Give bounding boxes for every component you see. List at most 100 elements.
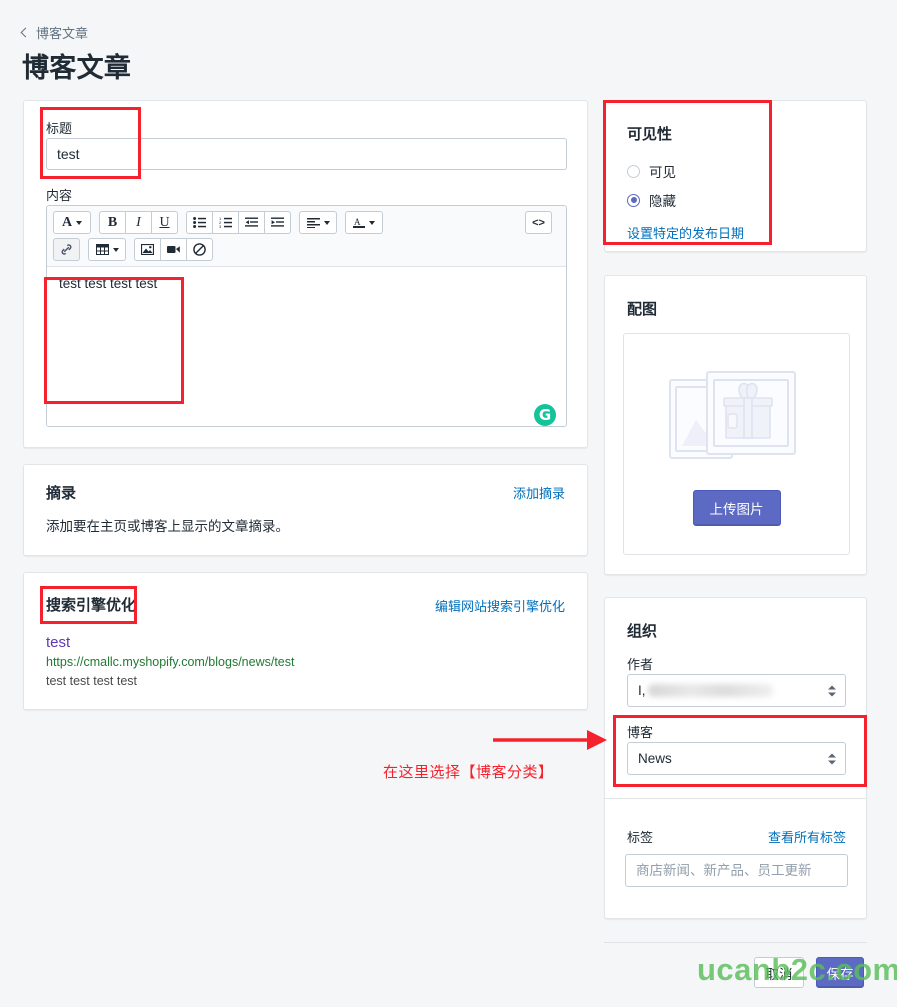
- text-color-icon: A: [353, 217, 365, 228]
- grammarly-g-label: G: [538, 405, 552, 424]
- chevron-down-icon: [112, 247, 119, 252]
- text-color-button[interactable]: A: [345, 211, 383, 234]
- link-icon: [61, 244, 72, 255]
- insert-link-button[interactable]: [53, 238, 80, 261]
- svg-text:A: A: [354, 217, 361, 227]
- excerpt-description: 添加要在主页或博客上显示的文章摘录。: [46, 519, 289, 534]
- tags-input[interactable]: [625, 854, 848, 887]
- radio-visible-indicator: [627, 164, 640, 178]
- chevron-down-icon: [76, 220, 83, 225]
- numbered-list-button[interactable]: 1 2 3: [212, 211, 239, 234]
- editor-content-text: test test test test: [59, 276, 158, 291]
- blog-field-label: 博客: [627, 725, 654, 740]
- indent-button[interactable]: [264, 211, 291, 234]
- table-group: [88, 238, 126, 261]
- excerpt-card: 摘录 添加摘录 添加要在主页或博客上显示的文章摘录。: [23, 464, 588, 556]
- seo-preview-url: https://cmallc.myshopify.com/blogs/news/…: [46, 655, 295, 670]
- organization-title: 组织: [627, 623, 658, 640]
- insert-video-icon: [167, 246, 180, 253]
- add-excerpt-link[interactable]: 添加摘录: [513, 483, 565, 502]
- list-indent-group: 1 2 3: [186, 211, 291, 234]
- outdent-button[interactable]: [238, 211, 265, 234]
- annotation-arrow-icon: [493, 730, 607, 750]
- cancel-button[interactable]: 取消: [754, 957, 804, 988]
- excerpt-title: 摘录: [46, 485, 77, 502]
- font-a-icon: A: [61, 214, 73, 230]
- bold-icon: B: [107, 214, 118, 230]
- tags-field-label: 标签: [627, 830, 654, 845]
- seo-preview-description: test test test test: [46, 674, 138, 688]
- author-value: I,: [638, 683, 646, 698]
- radio-hidden-indicator: [627, 193, 640, 207]
- toolbar-row-1: A B I U 1 2 3 A <>: [53, 211, 560, 234]
- toolbar-row-2: [53, 238, 560, 261]
- author-field-label: 作者: [627, 657, 654, 672]
- editor-toolbar: A B I U 1 2 3 A <>: [47, 206, 566, 267]
- link-group: [53, 238, 80, 261]
- radio-hidden[interactable]: 隐藏: [627, 190, 676, 210]
- featured-image-title: 配图: [627, 301, 658, 318]
- insert-image-icon: [141, 244, 154, 255]
- chevron-down-icon: [369, 220, 375, 225]
- underline-icon: U: [159, 214, 170, 230]
- footer-divider: [604, 942, 867, 943]
- radio-visible[interactable]: 可见: [627, 161, 676, 181]
- select-stepper-icon: [828, 685, 836, 696]
- align-button[interactable]: [299, 211, 337, 234]
- page-title: 博客文章: [22, 53, 132, 83]
- view-all-tags-link[interactable]: 查看所有标签: [768, 827, 846, 846]
- organization-card: 组织 作者 I, 博客 News 标签 查看所有标签: [604, 597, 867, 919]
- seo-preview-title[interactable]: test: [46, 633, 294, 653]
- editor-content-area[interactable]: test test test test G: [47, 267, 566, 426]
- author-redacted-value: [647, 684, 773, 697]
- font-family-button[interactable]: A: [53, 211, 91, 234]
- seo-card: 搜索引擎优化 编辑网站搜索引擎优化 test https://cmallc.my…: [23, 572, 588, 710]
- upload-image-button[interactable]: 上传图片: [692, 490, 781, 526]
- visibility-title: 可见性: [627, 126, 673, 143]
- chevron-left-icon: [20, 27, 31, 37]
- breadcrumb[interactable]: 博客文章: [20, 23, 88, 42]
- align-left-icon: [306, 217, 320, 228]
- annotation-note: 在这里选择【博客分类】: [383, 764, 554, 781]
- html-code-button[interactable]: <>: [525, 211, 552, 234]
- svg-text:3: 3: [219, 224, 222, 228]
- page-root: 博客文章 博客文章 标题 内容 A B: [0, 0, 897, 1007]
- text-color-group: A: [345, 211, 383, 234]
- code-group: <>: [525, 211, 552, 234]
- title-input[interactable]: [46, 138, 567, 170]
- title-field-label: 标题: [46, 121, 73, 136]
- align-group: [299, 211, 337, 234]
- featured-image-card: 配图 上传图片: [604, 275, 867, 575]
- organization-divider: [605, 798, 866, 799]
- outdent-icon: [245, 217, 258, 227]
- clear-formatting-button[interactable]: [186, 238, 213, 261]
- code-icon: <>: [532, 216, 545, 229]
- bulleted-list-icon: [193, 217, 206, 228]
- blog-select[interactable]: News: [627, 742, 846, 775]
- blog-value: News: [638, 751, 672, 766]
- seo-title: 搜索引擎优化: [46, 597, 137, 614]
- bold-button[interactable]: B: [99, 211, 126, 234]
- grammarly-icon[interactable]: G: [534, 404, 556, 426]
- rich-text-editor: A B I U 1 2 3 A <> test test test test G: [46, 205, 567, 427]
- schedule-publish-date-link[interactable]: 设置特定的发布日期: [627, 223, 744, 242]
- content-field-label: 内容: [46, 188, 73, 203]
- image-dropzone[interactable]: 上传图片: [623, 333, 850, 555]
- post-content-card: 标题 内容 A B I: [23, 100, 588, 448]
- insert-video-button[interactable]: [160, 238, 187, 261]
- bulleted-list-button[interactable]: [186, 211, 213, 234]
- clear-formatting-icon: [193, 243, 206, 256]
- photos-placeholder-icon: [668, 371, 796, 459]
- italic-button[interactable]: I: [125, 211, 152, 234]
- seo-preview: test https://cmallc.myshopify.com/blogs/…: [46, 633, 294, 691]
- insert-image-button[interactable]: [134, 238, 161, 261]
- author-select[interactable]: I,: [627, 674, 846, 707]
- insert-table-button[interactable]: [88, 238, 126, 261]
- chevron-down-icon: [323, 220, 330, 225]
- radio-hidden-label: 隐藏: [649, 194, 676, 209]
- underline-button[interactable]: U: [151, 211, 178, 234]
- edit-seo-link[interactable]: 编辑网站搜索引擎优化: [435, 596, 565, 615]
- select-stepper-icon: [828, 753, 836, 764]
- save-button[interactable]: 保存: [816, 957, 864, 988]
- font-group: A: [53, 211, 91, 234]
